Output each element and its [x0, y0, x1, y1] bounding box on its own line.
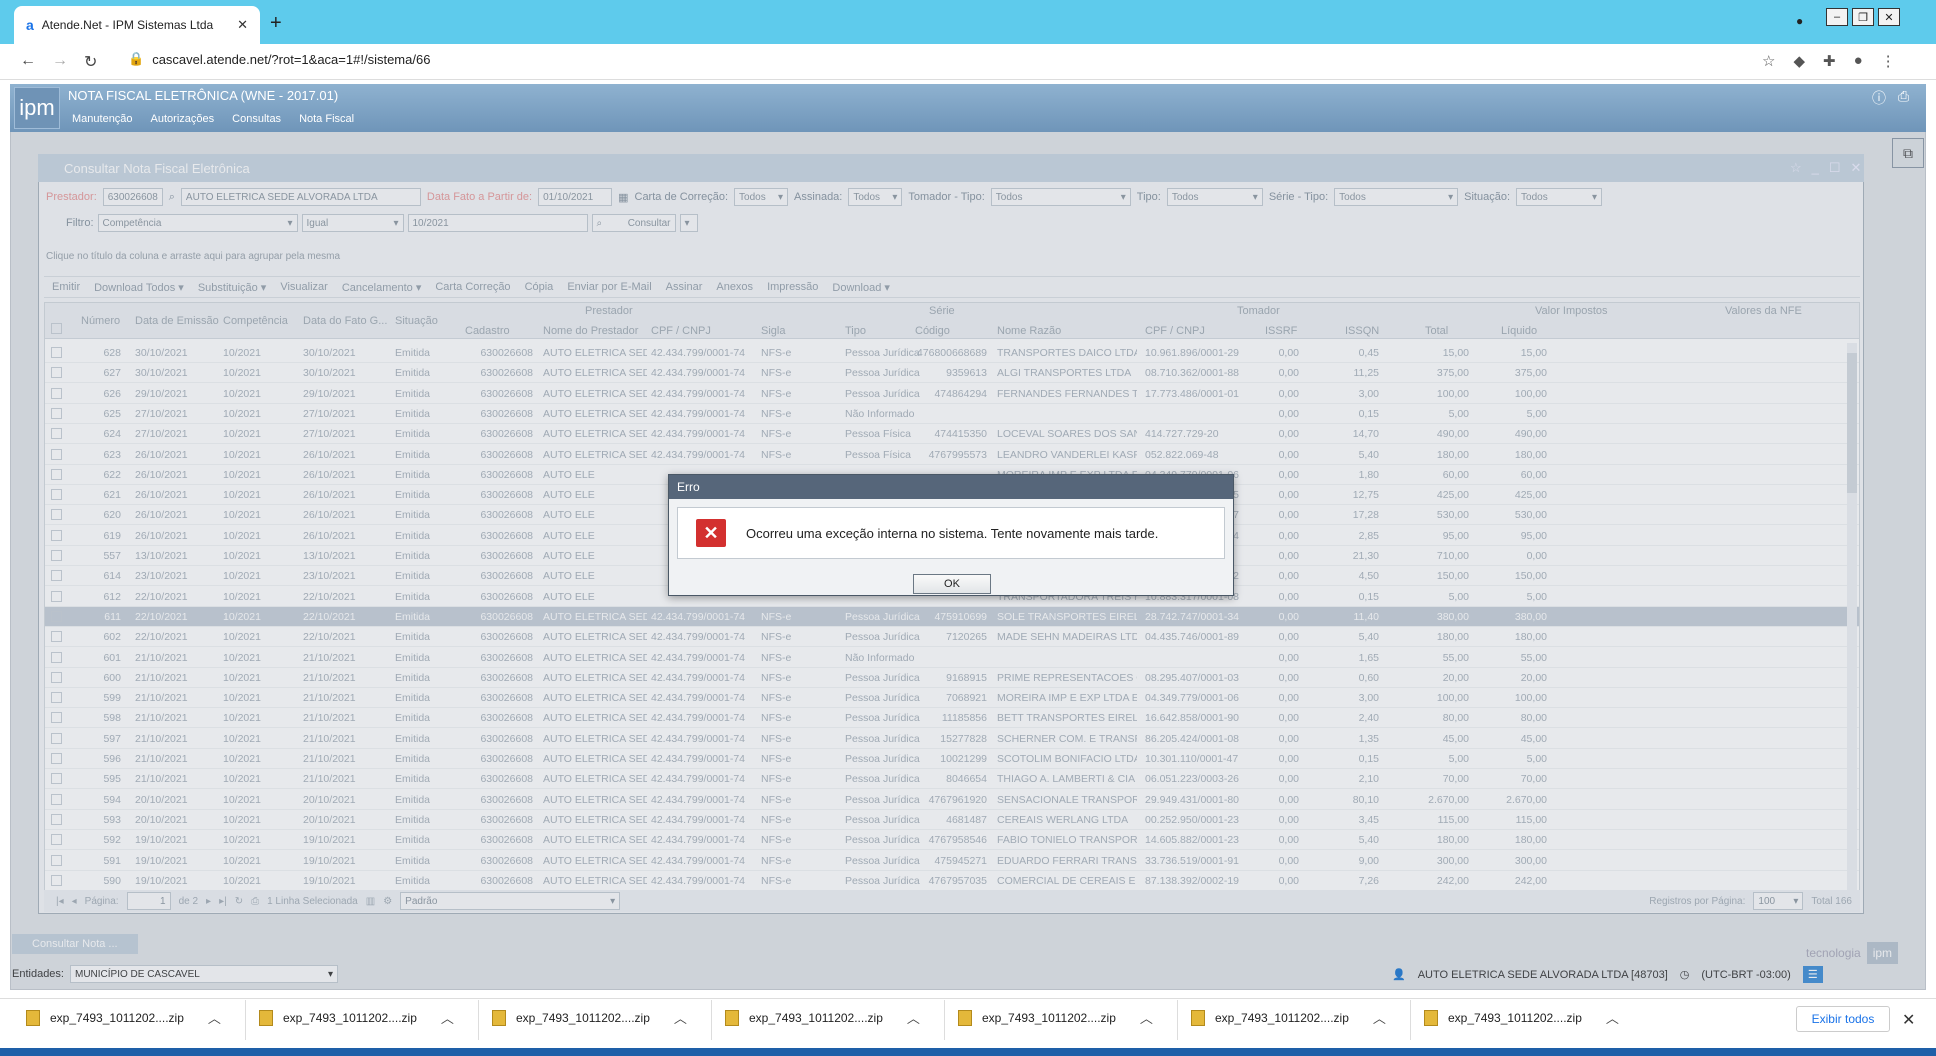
header-icons: ⓘ ⎙ [1872, 88, 1909, 108]
new-tab-button[interactable]: + [270, 12, 282, 35]
download-filename: exp_7493_1011202....zip [50, 1010, 184, 1025]
chevron-up-icon[interactable]: ︿ [208, 1008, 221, 1027]
download-separator [245, 1000, 246, 1040]
download-filename: exp_7493_1011202....zip [516, 1010, 650, 1025]
more-menu-icon[interactable]: ⋮ [1881, 52, 1896, 70]
main-menu: Manutenção Autorizações Consultas Nota F… [72, 113, 354, 125]
dialog-title: Erro [669, 475, 1233, 499]
maximize-icon[interactable]: ❐ [1852, 8, 1874, 26]
chevron-up-icon[interactable]: ︿ [441, 1008, 454, 1027]
chevron-up-icon[interactable]: ︿ [1140, 1008, 1153, 1027]
error-icon: ✕ [696, 519, 726, 547]
download-filename: exp_7493_1011202....zip [749, 1010, 883, 1025]
forward-icon[interactable]: → [52, 52, 68, 70]
download-separator [944, 1000, 945, 1040]
tab-title: Atende.Net - IPM Sistemas Ltda [41, 18, 214, 32]
close-window-icon[interactable]: ✕ [1878, 8, 1900, 26]
lock-icon: 🔒 [128, 51, 145, 66]
download-item[interactable]: exp_7493_1011202....zip ︿ [1191, 1008, 1386, 1027]
close-downloads-icon[interactable]: ✕ [1902, 1010, 1915, 1030]
back-icon[interactable]: ← [20, 52, 36, 70]
zip-file-icon [1191, 1009, 1205, 1026]
menu-manutencao[interactable]: Manutenção [72, 113, 133, 125]
download-filename: exp_7493_1011202....zip [1215, 1010, 1349, 1025]
chevron-up-icon[interactable]: ︿ [1373, 1008, 1386, 1027]
chevron-up-icon[interactable]: ︿ [674, 1008, 687, 1027]
profile-icon[interactable]: ● [1854, 52, 1863, 70]
url-field[interactable]: 🔒 cascavel.atende.net/?rot=1&aca=1#!/sis… [128, 51, 430, 67]
zip-file-icon [958, 1009, 972, 1026]
zip-file-icon [259, 1009, 273, 1026]
url-text: cascavel.atende.net/?rot=1&aca=1#!/siste… [152, 51, 431, 67]
menu-nota-fiscal[interactable]: Nota Fiscal [299, 113, 354, 125]
chevron-up-icon[interactable]: ︿ [907, 1008, 920, 1027]
dialog-body: ✕ Ocorreu uma exceção interna no sistema… [677, 507, 1225, 559]
ok-button[interactable]: OK [913, 574, 991, 594]
download-separator [711, 1000, 712, 1040]
menu-consultas[interactable]: Consultas [232, 113, 281, 125]
show-all-downloads-button[interactable]: Exibir todos [1796, 1006, 1890, 1032]
extension-icon[interactable]: ◆ [1793, 52, 1805, 70]
app-title: NOTA FISCAL ELETRÔNICA (WNE - 2017.01) [68, 88, 339, 103]
extension-icons: ☆ ◆ ✚ ● ⋮ [1762, 52, 1896, 70]
info-icon[interactable]: ⓘ [1872, 88, 1886, 108]
profile-menu-icon[interactable]: ● [1796, 14, 1803, 28]
download-separator [1410, 1000, 1411, 1040]
zip-file-icon [725, 1009, 739, 1026]
download-item[interactable]: exp_7493_1011202....zip ︿ [26, 1008, 221, 1027]
reload-icon[interactable]: ↻ [84, 52, 97, 72]
site-favicon-icon: a [26, 17, 34, 33]
download-item[interactable]: exp_7493_1011202....zip ︿ [958, 1008, 1153, 1027]
zip-file-icon [492, 1009, 506, 1026]
download-item[interactable]: exp_7493_1011202....zip ︿ [492, 1008, 687, 1027]
download-item[interactable]: exp_7493_1011202....zip ︿ [259, 1008, 454, 1027]
minimize-icon[interactable]: – [1826, 8, 1848, 26]
dialog-message: Ocorreu uma exceção interna no sistema. … [746, 525, 1159, 541]
download-filename: exp_7493_1011202....zip [1448, 1010, 1582, 1025]
window-controls: – ❐ ✕ [1826, 8, 1900, 26]
download-item[interactable]: exp_7493_1011202....zip ︿ [725, 1008, 920, 1027]
bookmark-star-icon[interactable]: ☆ [1762, 52, 1775, 70]
download-filename: exp_7493_1011202....zip [283, 1010, 417, 1025]
browser-tab[interactable]: a Atende.Net - IPM Sistemas Ltda ✕ [14, 6, 260, 44]
puzzle-icon[interactable]: ✚ [1823, 52, 1836, 70]
tab-close-icon[interactable]: ✕ [237, 17, 248, 33]
zip-file-icon [26, 1009, 40, 1026]
menu-autorizacoes[interactable]: Autorizações [151, 113, 215, 125]
browser-tabstrip [0, 0, 1936, 44]
zip-file-icon [1424, 1009, 1438, 1026]
chevron-up-icon[interactable]: ︿ [1606, 1008, 1619, 1027]
ipm-logo: ipm [14, 87, 60, 129]
download-separator [1177, 1000, 1178, 1040]
download-item[interactable]: exp_7493_1011202....zip ︿ [1424, 1008, 1619, 1027]
print-icon[interactable]: ⎙ [1898, 88, 1909, 108]
download-separator [478, 1000, 479, 1040]
download-filename: exp_7493_1011202....zip [982, 1010, 1116, 1025]
os-taskbar [0, 1048, 1936, 1056]
error-dialog: Erro ✕ Ocorreu uma exceção interna no si… [668, 474, 1234, 596]
